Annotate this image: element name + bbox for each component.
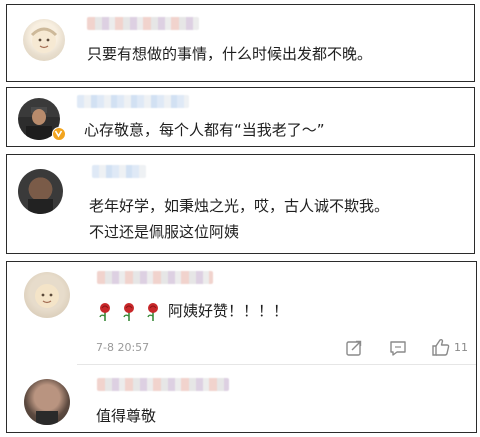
- rose-emoji: [99, 302, 110, 321]
- like-count: 11: [454, 341, 468, 354]
- avatar[interactable]: [24, 379, 70, 425]
- divider: [77, 364, 476, 365]
- share-icon[interactable]: [345, 339, 363, 357]
- username-blurred[interactable]: [87, 17, 199, 30]
- comment-text-line1: 老年好学，如秉烛之光，哎，古人诚不欺我。: [89, 197, 390, 215]
- rose-emoji: [123, 302, 134, 321]
- thumbs-up-icon[interactable]: [431, 338, 451, 356]
- comment-text-line2: 不过还是佩服这位阿姨: [89, 223, 240, 241]
- username-blurred[interactable]: [97, 378, 229, 391]
- reply-text: 值得尊敬: [96, 407, 157, 425]
- avatar[interactable]: [23, 19, 65, 61]
- comment-card-1: 只要有想做的事情，什么时候出发都不晚。: [6, 4, 475, 82]
- comment-card-2: 心存敬意，每个人都有“当我老了～”: [6, 87, 475, 147]
- timestamp: 7-8 20:57: [96, 341, 150, 354]
- person-photo-icon: [28, 199, 53, 214]
- comment-text: 心存敬意，每个人都有“当我老了～”: [84, 121, 325, 139]
- rose-emoji: [147, 302, 158, 321]
- comment-icon[interactable]: [389, 339, 407, 357]
- comment-text: 阿姨好赞！！！！: [168, 302, 289, 320]
- cartoon-face-icon: [30, 27, 58, 53]
- v-badge-icon: [52, 127, 66, 141]
- username-blurred[interactable]: [97, 271, 213, 284]
- avatar[interactable]: [18, 169, 63, 214]
- comment-text: 只要有想做的事情，什么时候出发都不晚。: [87, 45, 373, 63]
- comment-card-4: 阿姨好赞！！！！ 7-8 20:57 11 值得尊敬: [6, 261, 477, 433]
- person-photo-icon: [36, 411, 58, 425]
- comment-card-3: 老年好学，如秉烛之光，哎，古人诚不欺我。 不过还是佩服这位阿姨: [6, 154, 475, 254]
- comment-body: 阿姨好赞！！！！: [96, 299, 288, 324]
- username-blurred[interactable]: [92, 165, 146, 178]
- username-blurred[interactable]: [77, 95, 189, 108]
- cartoon-face-icon: [35, 284, 59, 308]
- avatar[interactable]: [24, 272, 70, 318]
